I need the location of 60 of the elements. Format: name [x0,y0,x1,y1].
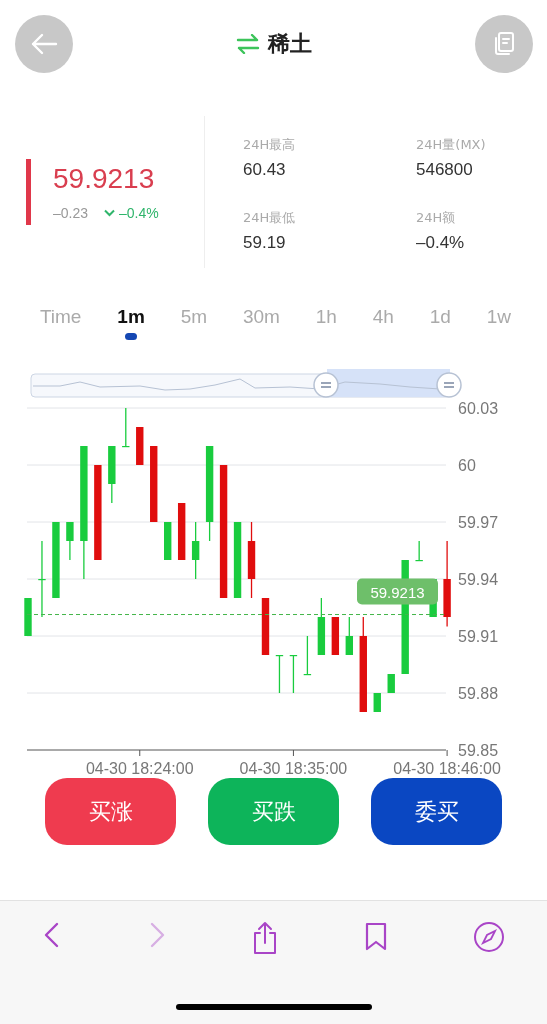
stat-label: 24H最高 [243,136,297,154]
period-tab[interactable]: 1m [115,302,147,340]
candlestick [387,673,395,694]
candlestick [136,426,144,466]
trend-bar [26,159,31,225]
stat-value: 59.19 [243,233,287,253]
candlestick [317,597,326,656]
candlestick [415,540,423,562]
y-axis-label: 60 [458,457,476,474]
candlestick [345,616,353,656]
document-icon [492,31,516,57]
y-axis-label: 60.03 [458,400,499,417]
candlestick [177,502,186,561]
swap-icon[interactable] [236,34,260,54]
period-tab[interactable]: 1w [484,302,514,340]
last-price: 59.9213 [53,163,156,195]
stat-value: 60.43 [243,160,287,180]
stat-label: 24H最低 [243,209,297,227]
trade-button[interactable]: 买涨 [45,778,176,845]
y-axis-label: 59.94 [458,571,499,588]
x-axis-label: 04-30 18:35:00 [239,760,348,774]
stat-value: –0.4% [416,233,466,253]
y-axis-label: 59.91 [458,628,499,645]
candlestick [261,597,270,656]
candlestick [275,654,284,694]
y-axis-label: 59.85 [458,742,499,759]
period-tab[interactable]: Time [37,302,84,340]
percent-change: –0.4% [119,205,159,221]
period-tab[interactable]: 1h [313,302,339,340]
stat-label: 24H量(MX) [416,136,487,154]
compass-icon[interactable] [472,921,505,953]
price-change: –0.23 [53,205,89,221]
candlestick [191,521,200,580]
period-tab[interactable]: 4h [370,302,396,340]
candlestick [122,407,130,448]
y-axis-label: 59.88 [458,685,499,702]
candlestick [108,445,116,504]
candlestick [289,654,298,694]
period-tab[interactable]: 30m [240,302,282,340]
candlestick [164,521,172,561]
candlestick [303,635,312,676]
trade-button[interactable]: 买跌 [208,778,339,845]
candlestick [24,597,32,637]
stat-label: 24H额 [416,209,457,227]
candlestick [66,521,74,561]
x-axis-label: 04-30 18:24:00 [85,760,194,774]
trade-button[interactable]: 委买 [371,778,502,845]
x-axis-label: 04-30 18:46:00 [393,760,501,774]
stat-value: 546800 [416,160,474,180]
y-axis-label: 59.97 [458,514,499,531]
page-title: 稀土 [268,30,312,58]
down-caret-icon [104,209,116,217]
back-arrow-icon [29,32,59,56]
period-tab[interactable]: 5m [178,302,210,340]
candlestick [331,616,340,656]
bookmark-icon[interactable] [364,921,389,951]
candlestick [373,692,381,713]
period-tab[interactable]: 1d [427,302,453,340]
current-price-tag: 59.9213 [357,578,438,605]
range-navigator[interactable] [30,369,462,398]
